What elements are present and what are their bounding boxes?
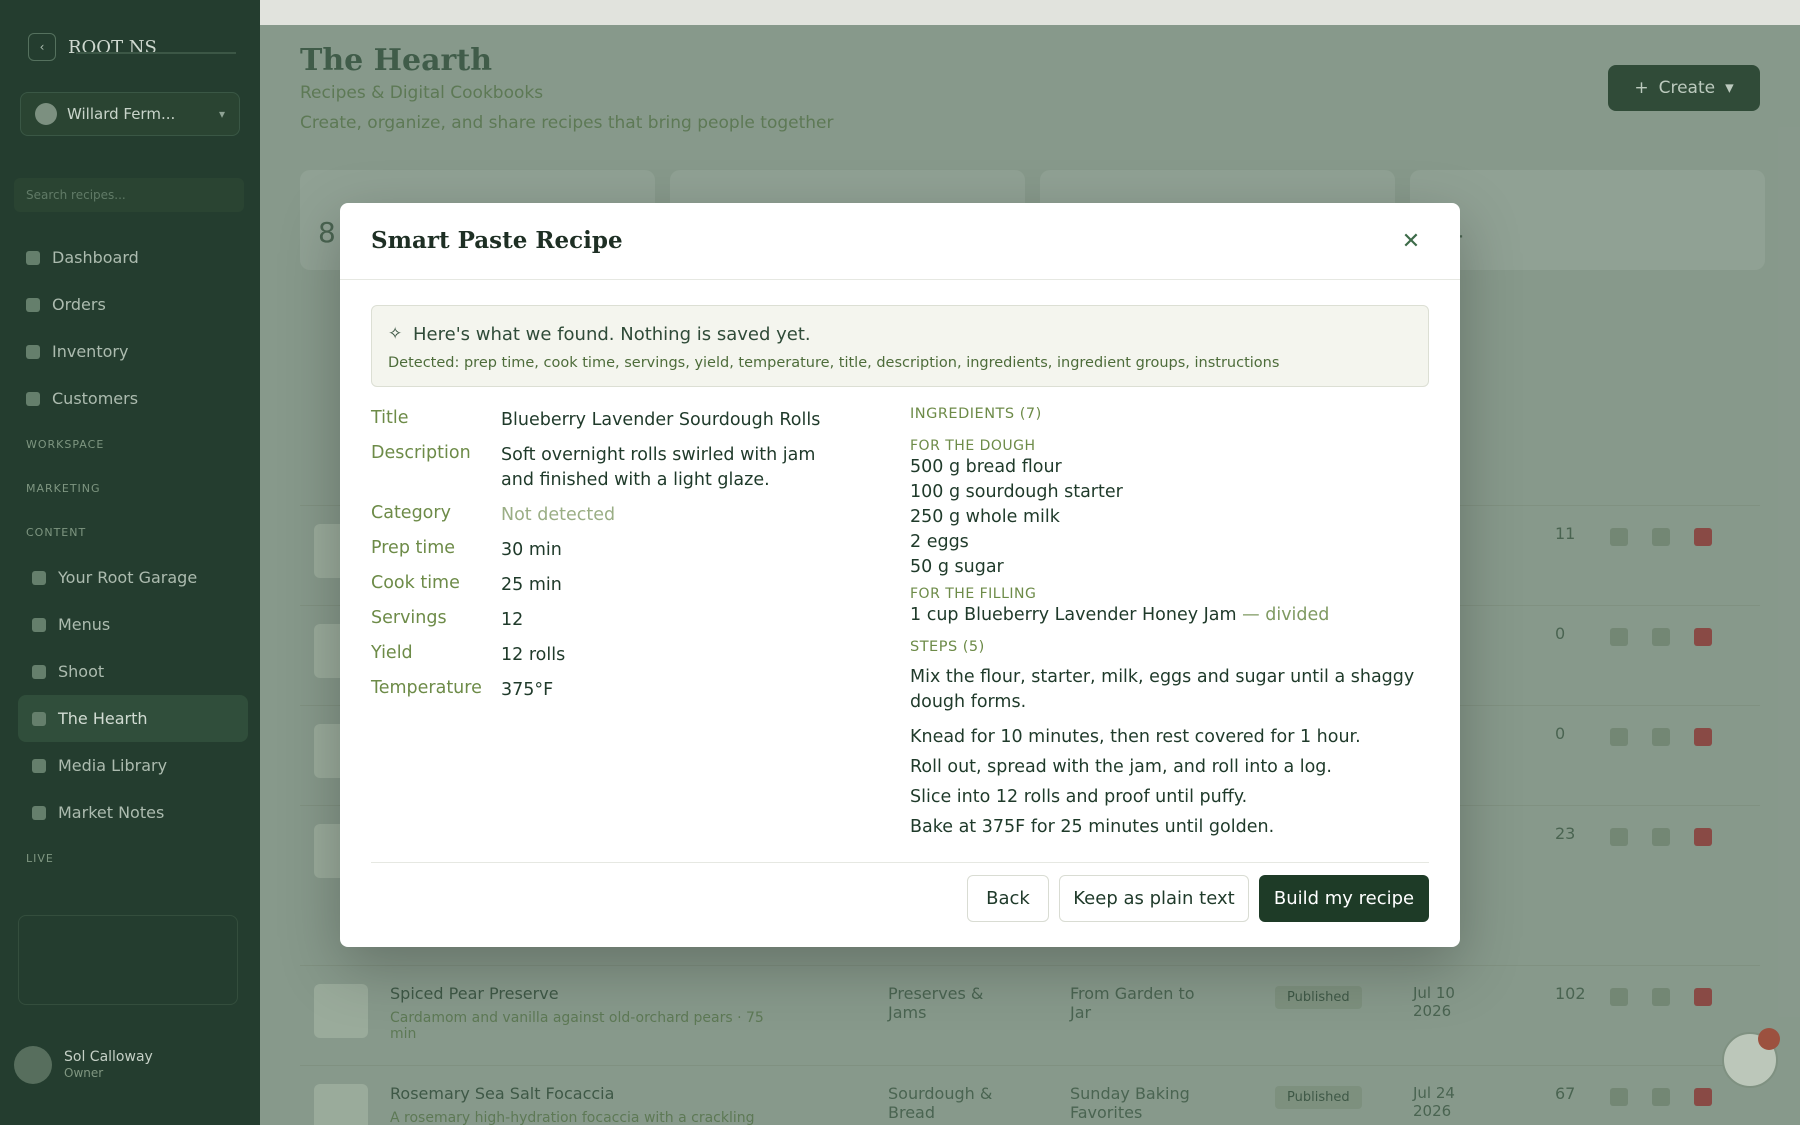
field-value: 12	[501, 610, 524, 630]
field-label: Servings	[371, 608, 447, 628]
detected-fields: Detected: prep time, cook time, servings…	[388, 355, 1280, 371]
step-item: Mix the flour, starter, milk, eggs and s…	[910, 667, 1415, 712]
steps-heading: STEPS (5)	[910, 639, 985, 655]
field-value: Soft overnight rolls swirled with jam an…	[501, 445, 816, 490]
field-label: Category	[371, 503, 451, 523]
field-value: 12 rolls	[501, 645, 566, 665]
field-label: Yield	[371, 643, 413, 663]
sparkle-icon: ✧	[388, 324, 403, 344]
step-item: Slice into 12 rolls and proof until puff…	[910, 787, 1248, 807]
ingredients-heading: INGREDIENTS (7)	[910, 406, 1042, 422]
modal-title: Smart Paste Recipe	[371, 227, 623, 254]
ingredient-note: — divided	[1242, 605, 1330, 625]
field-label: Prep time	[371, 538, 456, 558]
ingredient-item: 500 g bread flour	[910, 457, 1062, 477]
field-label: Title	[371, 408, 409, 428]
step-item: Roll out, spread with the jam, and roll …	[910, 757, 1332, 777]
smart-paste-modal: Smart Paste Recipe ✕ ✧ Here's what we fo…	[340, 203, 1460, 947]
modal-header: Smart Paste Recipe ✕	[340, 203, 1460, 280]
notice-heading: Here's what we found. Nothing is saved y…	[413, 324, 811, 345]
ingredient-item: 250 g whole milk	[910, 507, 1060, 527]
step-item: Bake at 375F for 25 minutes until golden…	[910, 817, 1275, 837]
field-value: Not detected	[501, 505, 616, 525]
field-label: Cook time	[371, 573, 460, 593]
footer-divider	[371, 862, 1429, 863]
field-value: 375°F	[501, 680, 554, 700]
ingredient-item: 2 eggs	[910, 532, 969, 552]
field-value: 25 min	[501, 575, 562, 595]
field-label: Description	[371, 443, 471, 463]
detection-notice: ✧ Here's what we found. Nothing is saved…	[371, 305, 1429, 387]
ingredient-item: 100 g sourdough starter	[910, 482, 1123, 502]
ingredient-group-label: FOR THE FILLING	[910, 586, 1037, 602]
close-icon[interactable]: ✕	[1398, 229, 1424, 255]
ingredient-group-label: FOR THE DOUGH	[910, 438, 1036, 454]
field-label: Temperature	[371, 678, 482, 698]
ingredient-item: 50 g sugar	[910, 557, 1004, 577]
field-value: Blueberry Lavender Sourdough Rolls	[501, 410, 821, 430]
ingredient-item: 1 cup Blueberry Lavender Honey Jam — div…	[910, 605, 1329, 625]
ingredient-text: 1 cup Blueberry Lavender Honey Jam	[910, 605, 1237, 625]
step-item: Knead for 10 minutes, then rest covered …	[910, 727, 1361, 747]
keep-plain-text-button[interactable]: Keep as plain text	[1059, 875, 1249, 922]
field-value: 30 min	[501, 540, 562, 560]
build-recipe-button[interactable]: Build my recipe	[1259, 875, 1429, 922]
back-button[interactable]: Back	[967, 875, 1049, 922]
